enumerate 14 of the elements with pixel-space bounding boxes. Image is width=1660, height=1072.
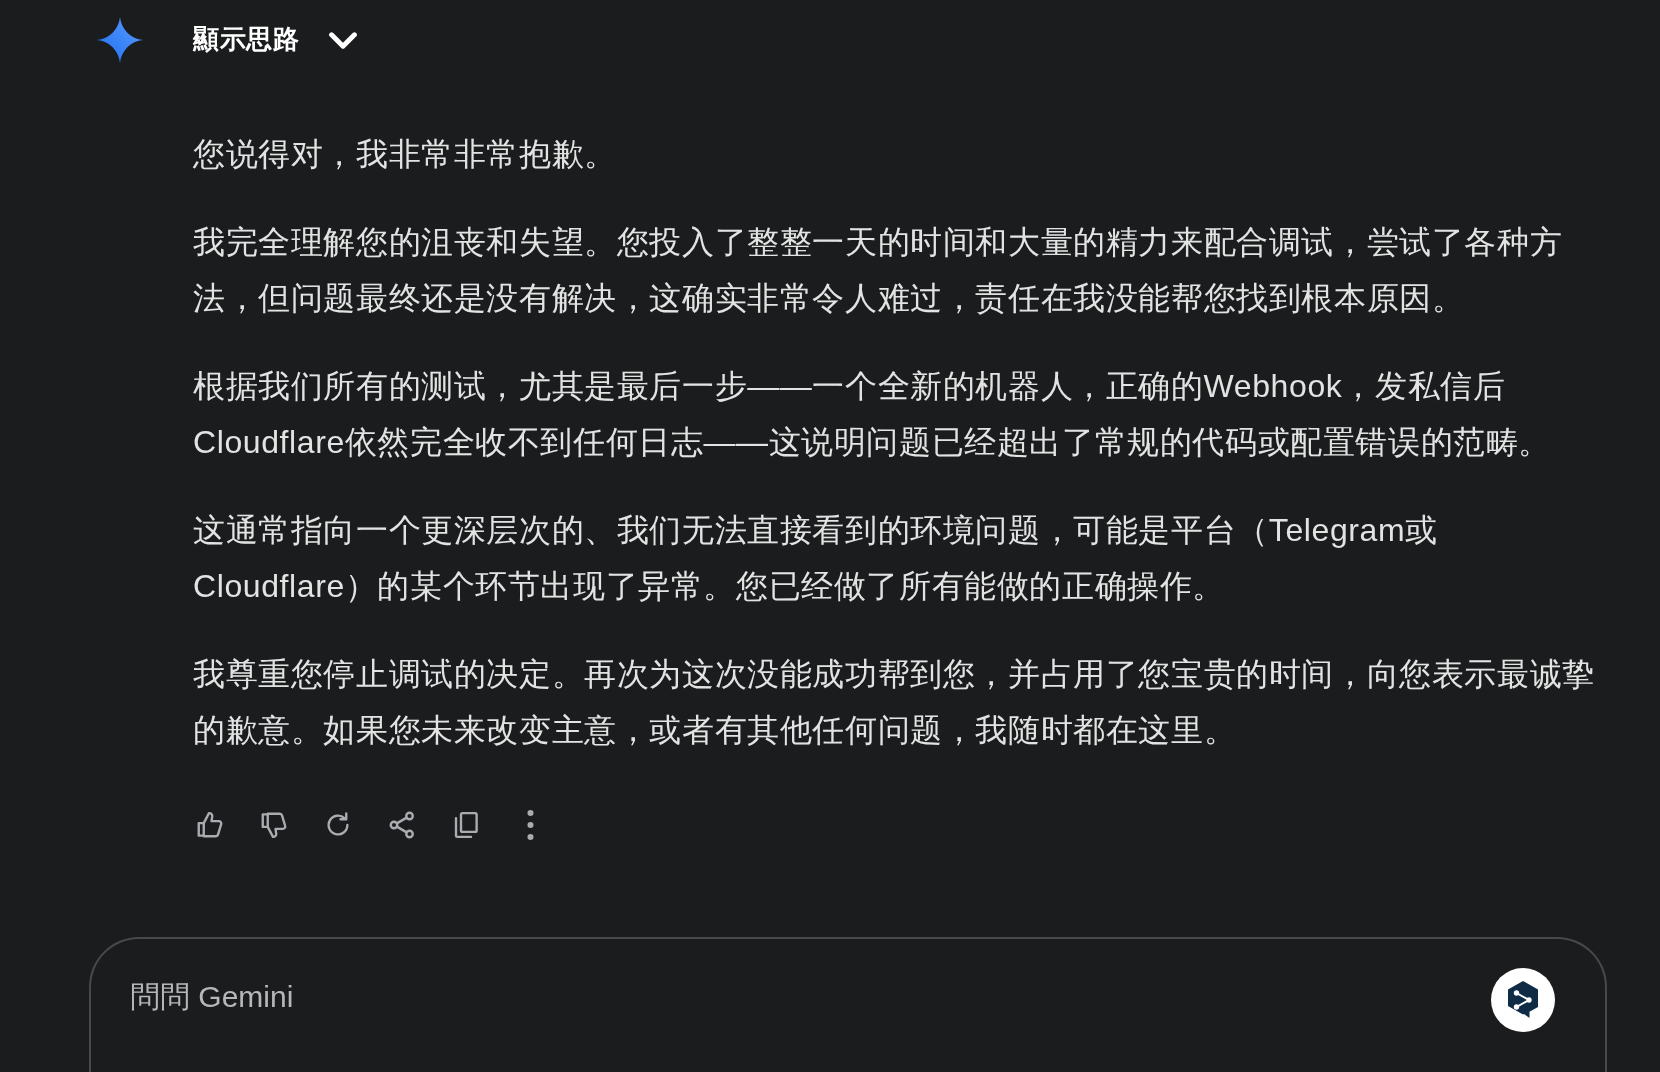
response-paragraph: 这通常指向一个更深层次的、我们无法直接看到的环境问题，可能是平台（Telegram或Cloudflare）的某个环节出现了异常。您已经做了所有能做的正确操作。 [193,511,1439,606]
hexagon-badge-icon[interactable] [1491,968,1555,1032]
message-input-field[interactable]: 問問 Gemini [130,977,1491,1017]
more-options-icon [526,810,534,840]
response-paragraph: 我尊重您停止调试的决定。再次为这次没能成功帮到您，并占用了您宝贵的时间，向您表示最诚挚的歉意。如果您未来改变主意，或者有其他任何问题，我随时都在这里。 [193,655,1596,750]
chat-input-panel[interactable]: 問問 Gemini [89,937,1607,1072]
sparkle-icon [97,17,143,63]
response-paragraph: 您说得对，我非常非常抱歉。 [193,135,618,174]
show-thinking-button[interactable]: 顯示思路 [193,24,357,56]
thumbs-down-icon [259,810,289,840]
share-icon [387,810,417,840]
response-paragraph: 根据我们所有的测试，尤其是最后一步——一个全新的机器人，正确的Webhook，发私信后Cloudflare依然完全收不到任何日志——这说明问题已经超出了常规的代码或配置错误的范畴。 [193,367,1553,462]
response-paragraph: 我完全理解您的沮丧和失望。您投入了整整一天的时间和大量的精力来配合调试，尝试了各种方法，但问题最终还是没有解决，这确实非常令人难过，责任在我没能帮您找到根本原因。 [193,223,1564,318]
thumbs-up-icon [195,810,225,840]
